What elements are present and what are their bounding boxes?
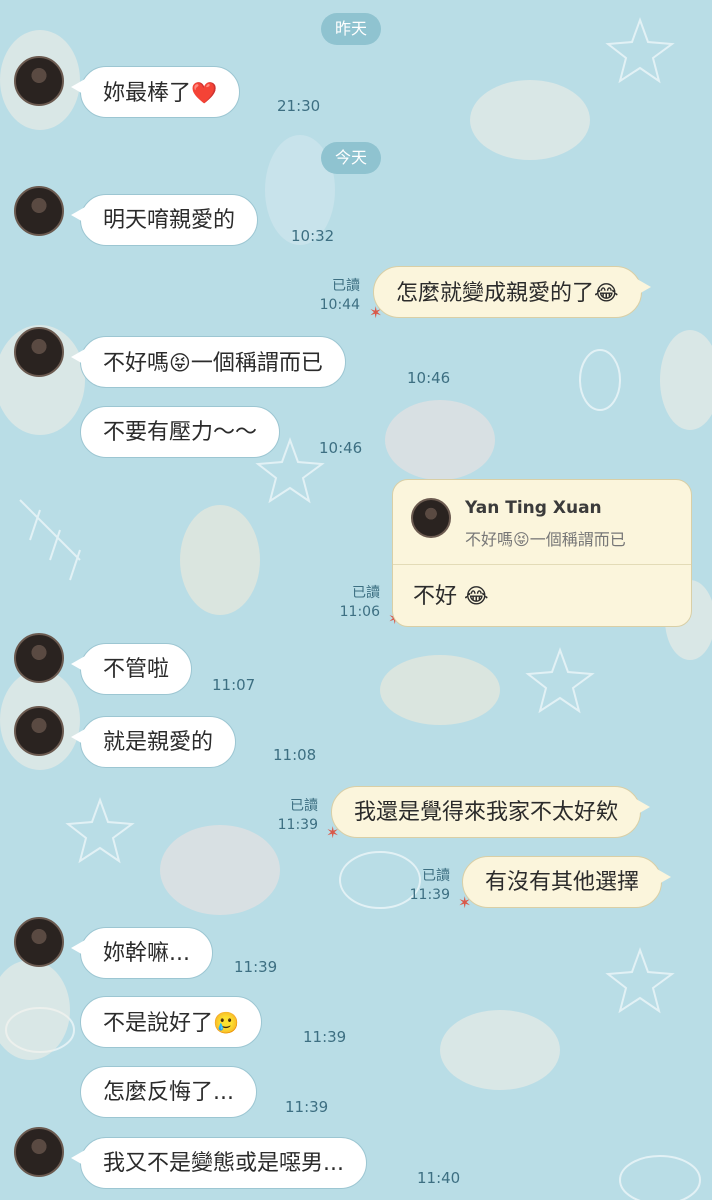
message-time: 11:39 [409,887,450,903]
message-text: 怎麼就變成親愛的了 [396,281,595,306]
sender-avatar[interactable] [14,186,64,236]
quoted-sender-avatar [411,498,451,538]
message-text-continued: 一個稱謂而已 [190,351,323,376]
quoted-text: 不好嗎😝一個稱謂而已 [465,526,626,550]
message-time: 11:39 [285,1098,329,1116]
sender-avatar[interactable] [14,633,64,683]
message-bubble-outgoing[interactable]: 怎麼就變成親愛的了😂 [373,266,651,318]
message-bubble-incoming[interactable]: 不要有壓力～～ [80,406,281,458]
message-text: 不要有壓力～～ [103,420,258,445]
heart-emoji-icon: ❤️ [191,81,218,105]
laughing-emoji-icon: 😂 [594,281,619,305]
message-time: 21:30 [277,97,321,115]
message-bubble-incoming[interactable]: 妳最棒了❤️ [70,66,241,118]
message-bubble-incoming[interactable]: 不管啦 [70,643,193,695]
read-label: 已讀 [332,278,360,294]
message-text: 就是親愛的 [103,730,214,755]
message-time: 11:39 [277,817,318,833]
message-time: 11:40 [417,1169,461,1187]
quoted-sender-name: Yan Ting Xuan [465,498,602,518]
read-label: 已讀 [290,798,318,814]
message-time: 10:32 [291,227,335,245]
sender-avatar[interactable] [14,327,64,377]
message-time: 10:46 [407,369,451,387]
message-text: 有沒有其他選擇 [485,870,640,895]
message-bubble-incoming[interactable]: 不好嗎😝一個稱謂而已 [71,336,346,388]
read-receipt: 已讀 11:06 [330,584,380,622]
laughing-emoji-icon: 😂 [464,584,489,608]
message-text: 不是說好了 [103,1011,214,1036]
message-time: 11:07 [212,676,256,694]
date-separator-yesterday: 昨天 [321,13,382,45]
smiling-tear-emoji-icon: 🥲 [213,1011,240,1035]
tongue-emoji-icon: 😝 [513,530,530,549]
message-bubble-incoming[interactable]: 怎麼反悔了... [80,1066,257,1118]
date-separator-today: 今天 [321,142,382,174]
message-time: 11:08 [273,746,317,764]
message-time: 11:06 [339,604,380,620]
reply-message-bubble[interactable]: Yan Ting Xuan 不好嗎😝一個稱謂而已 不好 😂 [392,479,692,627]
message-time: 11:39 [234,958,278,976]
sender-avatar[interactable] [14,1127,64,1177]
reply-text: 不好 😂 [413,578,489,610]
quoted-text-part: 一個稱謂而已 [529,530,626,549]
message-time: 11:39 [303,1028,347,1046]
read-label: 已讀 [422,868,450,884]
read-receipt: 已讀 11:39 [268,797,318,835]
message-text: 妳幹嘛... [103,941,190,966]
message-text: 我還是覺得來我家不太好欸 [354,800,619,825]
message-bubble-outgoing[interactable]: 有沒有其他選擇 [462,856,672,908]
sender-avatar[interactable] [14,56,64,106]
message-bubble-incoming[interactable]: 妳幹嘛... [71,927,213,979]
message-text: 明天唷親愛的 [103,208,236,233]
message-bubble-incoming[interactable]: 就是親愛的 [70,716,237,768]
quoted-message[interactable]: Yan Ting Xuan 不好嗎😝一個稱謂而已 [393,480,691,565]
message-text: 怎麼反悔了... [103,1080,234,1105]
message-bubble-incoming[interactable]: 明天唷親愛的 [70,194,259,246]
sender-avatar[interactable] [14,706,64,756]
message-text: 妳最棒了 [103,81,192,106]
message-text: 不好 [413,584,458,609]
quoted-text-part: 不好嗎 [465,530,514,549]
message-time: 10:46 [319,439,363,457]
message-text: 不管啦 [103,657,170,682]
message-text: 不好嗎 [103,351,170,376]
message-bubble-incoming[interactable]: 不是說好了🥲 [80,996,263,1048]
read-receipt: 已讀 11:39 [400,867,450,905]
tongue-emoji-icon: 😝 [169,351,191,375]
sender-avatar[interactable] [14,917,64,967]
message-bubble-outgoing[interactable]: 我還是覺得來我家不太好欸 [331,786,651,838]
message-time: 10:44 [319,297,360,313]
read-receipt: 已讀 10:44 [300,277,360,315]
message-text: 我又不是變態或是噁男... [103,1151,344,1176]
read-label: 已讀 [352,585,380,601]
message-bubble-incoming[interactable]: 我又不是變態或是噁男... [71,1137,367,1189]
